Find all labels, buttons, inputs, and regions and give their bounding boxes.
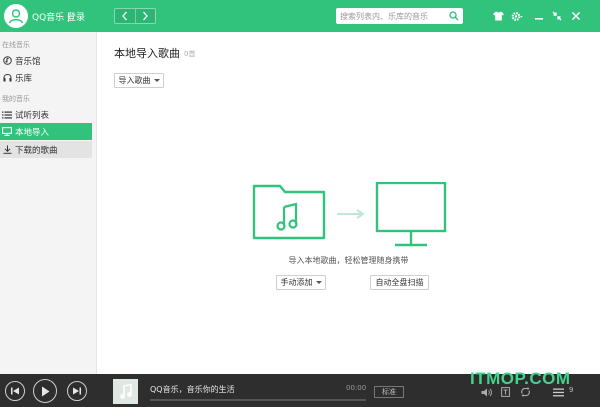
quality-label: 标准 [382, 388, 396, 396]
next-icon [73, 387, 81, 395]
sidebar-item-label: 乐库 [15, 73, 33, 84]
back-button[interactable] [115, 9, 135, 23]
sidebar-heading-online: 在线音乐 [2, 41, 30, 49]
sidebar-item-label: 本地导入 [15, 127, 50, 138]
chevron-down-icon [315, 281, 322, 284]
arrow-right-icon [337, 209, 365, 219]
sidebar-item-trial-list[interactable]: 试听列表 [0, 106, 92, 123]
song-title: QQ音乐，音乐你的生活 [150, 385, 235, 394]
chevron-right-icon [143, 11, 149, 21]
minimize-icon[interactable] [533, 10, 545, 22]
empty-state-description: 导入本地歌曲，轻松管理随身携带 [288, 256, 409, 265]
forward-button[interactable] [134, 9, 156, 23]
monitor-icon [2, 127, 12, 137]
history-nav [114, 8, 156, 24]
time-display: 00:00 [346, 384, 367, 392]
import-songs-button[interactable]: 导入歌曲 [114, 73, 164, 88]
sidebar-item-local-import[interactable]: 本地导入 [0, 123, 92, 140]
search-icon[interactable] [449, 11, 459, 21]
avatar[interactable] [4, 4, 28, 28]
search-input[interactable] [340, 10, 448, 22]
auto-scan-button[interactable]: 自动全盘扫描 [370, 275, 429, 290]
page-title: 本地导入歌曲 [114, 47, 180, 60]
manual-add-label: 手动添加 [280, 278, 313, 287]
headphones-icon [2, 73, 12, 83]
search-box [336, 8, 463, 24]
next-button[interactable] [67, 381, 87, 401]
folder-music-icon [252, 184, 326, 240]
monitor-icon [375, 182, 447, 247]
play-button[interactable] [33, 379, 57, 403]
skin-icon[interactable] [492, 10, 504, 22]
app-name: QQ音乐 | [32, 13, 71, 23]
song-count: 0首 [184, 50, 196, 58]
sidebar-item-music-hall[interactable]: 音乐馆 [0, 52, 92, 69]
quality-selector[interactable]: 标准 [374, 386, 404, 398]
previous-icon [11, 387, 19, 395]
play-icon [42, 386, 50, 396]
top-bar: QQ音乐 | 登录 [0, 0, 600, 32]
login-link[interactable]: 登录 [67, 10, 85, 23]
watermark: ITMOP.COM [470, 369, 571, 388]
shrink-icon[interactable] [551, 10, 563, 22]
progress-bar[interactable] [150, 399, 366, 401]
auto-scan-label: 自动全盘扫描 [375, 278, 424, 287]
main-panel: 本地导入歌曲 0首 导入歌曲 导入本地歌曲，轻松管理随身携带 手动添加 自动全盘… [97, 32, 600, 374]
sidebar-item-downloads[interactable]: 下载的歌曲 [0, 141, 92, 158]
album-cover[interactable] [113, 379, 138, 404]
sidebar-item-label: 试听列表 [15, 110, 50, 121]
sidebar: 在线音乐 音乐馆 乐库 我的音乐 试听列表 本地导入 下载的歌曲 [0, 32, 97, 374]
download-icon [2, 145, 12, 155]
chevron-left-icon [121, 11, 127, 21]
settings-icon[interactable] [511, 10, 523, 22]
sidebar-item-label: 下载的歌曲 [15, 145, 58, 156]
sidebar-heading-my-music: 我的音乐 [2, 95, 30, 103]
manual-add-button[interactable]: 手动添加 [276, 275, 326, 290]
sidebar-item-label: 音乐馆 [15, 56, 41, 67]
list-icon [2, 110, 12, 120]
import-songs-label: 导入歌曲 [118, 76, 151, 85]
sidebar-item-library[interactable]: 乐库 [0, 69, 92, 86]
music-note-icon [119, 383, 132, 399]
user-icon [8, 9, 24, 24]
chevron-down-icon [153, 79, 160, 82]
close-icon[interactable] [570, 10, 582, 22]
empty-state-illustration [252, 182, 447, 247]
music-hall-icon [2, 56, 12, 66]
previous-button[interactable] [5, 381, 25, 401]
